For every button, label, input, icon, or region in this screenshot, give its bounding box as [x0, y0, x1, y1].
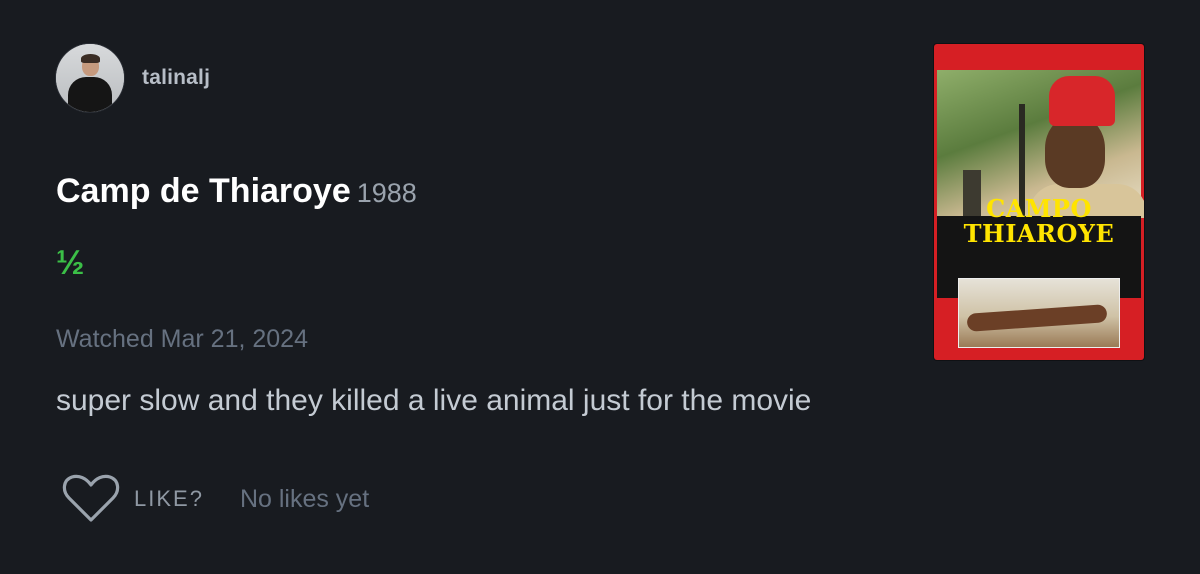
like-label[interactable]: LIKE?: [134, 486, 204, 512]
poster-title: CAMPO THIAROYE: [963, 194, 1115, 248]
review-author[interactable]: talinalj: [56, 44, 210, 112]
review-actions: LIKE? No likes yet: [62, 474, 369, 524]
watched-date[interactable]: Watched Mar 21, 2024: [56, 325, 308, 354]
likes-count: No likes yet: [239, 484, 370, 513]
username[interactable]: talinalj: [142, 66, 210, 90]
film-title[interactable]: Camp de Thiaroye: [56, 172, 351, 210]
like-button[interactable]: LIKE?: [62, 474, 204, 524]
heart-icon[interactable]: [62, 474, 120, 524]
film-year[interactable]: 1988: [357, 178, 417, 208]
review-card: talinalj Camp de Thiaroye 1988 ½ Watched …: [0, 0, 1200, 574]
film-poster[interactable]: CAMPO THIAROYE: [934, 44, 1144, 360]
star-rating: ½: [56, 244, 85, 282]
film-heading: Camp de Thiaroye 1988: [56, 172, 417, 211]
review-text: super slow and they killed a live animal…: [56, 384, 812, 417]
poster-photo-bottom: [958, 278, 1120, 348]
avatar[interactable]: [56, 44, 124, 112]
